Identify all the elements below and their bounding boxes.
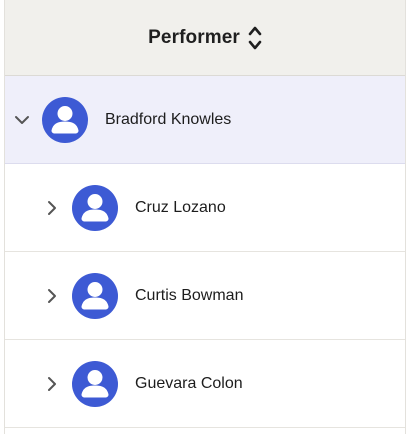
performer-name: Curtis Bowman: [135, 286, 244, 304]
performer-name: Cruz Lozano: [135, 198, 226, 216]
chevron-right-icon[interactable]: [43, 375, 61, 393]
column-header-label: Performer: [148, 26, 240, 48]
tree-row[interactable]: Curtis Bowman: [5, 252, 405, 340]
tree-row[interactable]: Cruz Lozano: [5, 164, 405, 252]
user-avatar-icon: [72, 360, 118, 407]
chevron-right-icon[interactable]: [43, 199, 61, 217]
performer-tree-table: Performer Bradford Knowles Cruz Lozano C…: [4, 0, 406, 434]
chevron-right-icon[interactable]: [43, 287, 61, 305]
user-avatar-icon: [42, 96, 88, 143]
chevron-down-icon[interactable]: [13, 111, 31, 129]
performer-name: Guevara Colon: [135, 374, 243, 392]
performer-name: Bradford Knowles: [105, 110, 232, 128]
user-avatar-icon: [72, 184, 118, 231]
column-header-performer[interactable]: Performer: [5, 0, 405, 76]
user-avatar-icon: [72, 272, 118, 319]
tree-row[interactable]: Guevara Colon: [5, 340, 405, 428]
sort-up-down-icon[interactable]: [248, 23, 262, 53]
tree-row[interactable]: Bradford Knowles: [5, 76, 405, 164]
